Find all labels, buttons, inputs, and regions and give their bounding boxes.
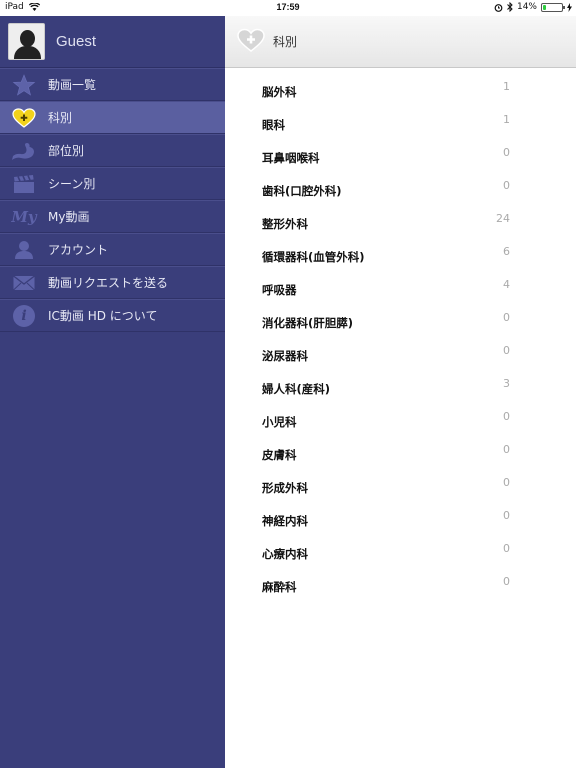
list-item[interactable]: 循環器科(血管外科) 6 [225, 237, 576, 270]
star-icon [0, 68, 40, 101]
department-name: 歯科(口腔外科) [262, 184, 342, 198]
department-count: 0 [503, 179, 510, 192]
status-bar: iPad 17:59 14% [0, 0, 576, 16]
department-name: 眼科 [262, 118, 285, 132]
list-item[interactable]: 泌尿器科 0 [225, 336, 576, 369]
department-count: 0 [503, 509, 510, 522]
department-count: 24 [496, 212, 510, 225]
sidebar-item-label: 動画一覧 [48, 78, 97, 92]
department-count: 0 [503, 146, 510, 159]
avatar [8, 23, 45, 60]
department-name: 麻酔科 [262, 580, 297, 594]
sidebar-item-about[interactable]: i IC動画 HD について [0, 299, 225, 332]
department-count: 0 [503, 410, 510, 423]
sidebar-item-account[interactable]: アカウント [0, 233, 225, 266]
department-count: 4 [503, 278, 510, 291]
battery-icon [541, 2, 565, 12]
department-count: 0 [503, 575, 510, 588]
department-count: 6 [503, 245, 510, 258]
sidebar-item-label: My動画 [48, 210, 90, 224]
list-item[interactable]: 形成外科 0 [225, 468, 576, 501]
stomach-icon [0, 134, 40, 167]
department-name: 神経内科 [262, 514, 308, 528]
heart-plus-icon [0, 101, 40, 134]
department-name: 脳外科 [262, 85, 297, 99]
department-count: 0 [503, 476, 510, 489]
alarm-icon [494, 3, 503, 12]
sidebar-item-label: 科別 [48, 111, 73, 125]
department-name: 消化器科(肝胆膵) [262, 316, 354, 330]
sidebar-item-request[interactable]: 動画リクエストを送る [0, 266, 225, 299]
department-count: 0 [503, 443, 510, 456]
my-icon: My [0, 200, 40, 233]
user-name: Guest [56, 33, 97, 50]
list-item[interactable]: 麻酔科 0 [225, 567, 576, 600]
info-icon-text: i [21, 307, 27, 324]
list-item[interactable]: 消化器科(肝胆膵) 0 [225, 303, 576, 336]
department-name: 形成外科 [262, 481, 308, 495]
department-count: 0 [503, 542, 510, 555]
list-item[interactable]: 眼科 1 [225, 105, 576, 138]
department-name: 婦人科(産科) [262, 382, 331, 396]
sidebar-item-my-videos[interactable]: My My動画 [0, 200, 225, 233]
list-item[interactable]: 婦人科(産科) 3 [225, 369, 576, 402]
list-item[interactable]: 皮膚科 0 [225, 435, 576, 468]
battery-percent: 14% [516, 2, 537, 12]
department-name: 循環器科(血管外科) [262, 250, 365, 264]
department-count: 0 [503, 311, 510, 324]
sidebar-item-label: アカウント [48, 243, 109, 257]
list-item[interactable]: 脳外科 1 [225, 72, 576, 105]
charging-icon [567, 2, 572, 12]
sidebar-item-label: シーン別 [48, 177, 96, 191]
clapperboard-icon [0, 167, 40, 200]
person-icon [0, 233, 40, 266]
list-item[interactable]: 神経内科 0 [225, 501, 576, 534]
bluetooth-icon [507, 2, 513, 12]
department-name: 泌尿器科 [262, 349, 308, 363]
heart-plus-icon [237, 28, 265, 56]
department-count: 1 [503, 80, 510, 93]
department-name: 整形外科 [262, 217, 308, 231]
list-item[interactable]: 小児科 0 [225, 402, 576, 435]
department-name: 心療内科 [262, 547, 308, 561]
department-list: 脳外科 1 眼科 1 耳鼻咽喉科 0 歯科(口腔外科) 0 整形外科 24 循環器科(血管外科) 6 呼… [225, 68, 576, 600]
nav-bar: 科別 [225, 16, 576, 68]
status-time: 17:59 [276, 2, 300, 12]
sidebar-item-departments[interactable]: 科別 [0, 101, 225, 134]
list-item[interactable]: 呼吸器 4 [225, 270, 576, 303]
sidebar-item-label: IC動画 HD について [48, 309, 158, 323]
department-count: 0 [503, 344, 510, 357]
info-icon: i [0, 299, 40, 332]
sidebar-item-videos[interactable]: 動画一覧 [0, 68, 225, 101]
main-content: 科別 脳外科 1 眼科 1 耳鼻咽喉科 0 歯科(口腔外科) 0 整形外科 24 循環器科(血管外科… [225, 16, 576, 768]
user-profile[interactable]: Guest [0, 16, 225, 68]
department-name: 皮膚科 [262, 448, 297, 462]
department-name: 耳鼻咽喉科 [262, 151, 320, 165]
envelope-icon [0, 266, 40, 299]
list-item[interactable]: 心療内科 0 [225, 534, 576, 567]
sidebar-item-label: 部位別 [48, 144, 85, 158]
page-title: 科別 [273, 35, 298, 49]
sidebar-item-body-parts[interactable]: 部位別 [0, 134, 225, 167]
department-count: 3 [503, 377, 510, 390]
sidebar-item-scenes[interactable]: シーン別 [0, 167, 225, 200]
department-name: 呼吸器 [262, 283, 297, 297]
department-name: 小児科 [262, 415, 297, 429]
sidebar: Guest 動画一覧 科別 部位別 シーン別 My My動画 アカウント 動画リ… [0, 16, 225, 768]
my-icon-text: My [11, 207, 37, 226]
department-count: 1 [503, 113, 510, 126]
list-item[interactable]: 整形外科 24 [225, 204, 576, 237]
list-item[interactable]: 耳鼻咽喉科 0 [225, 138, 576, 171]
sidebar-item-label: 動画リクエストを送る [48, 276, 169, 290]
list-item[interactable]: 歯科(口腔外科) 0 [225, 171, 576, 204]
